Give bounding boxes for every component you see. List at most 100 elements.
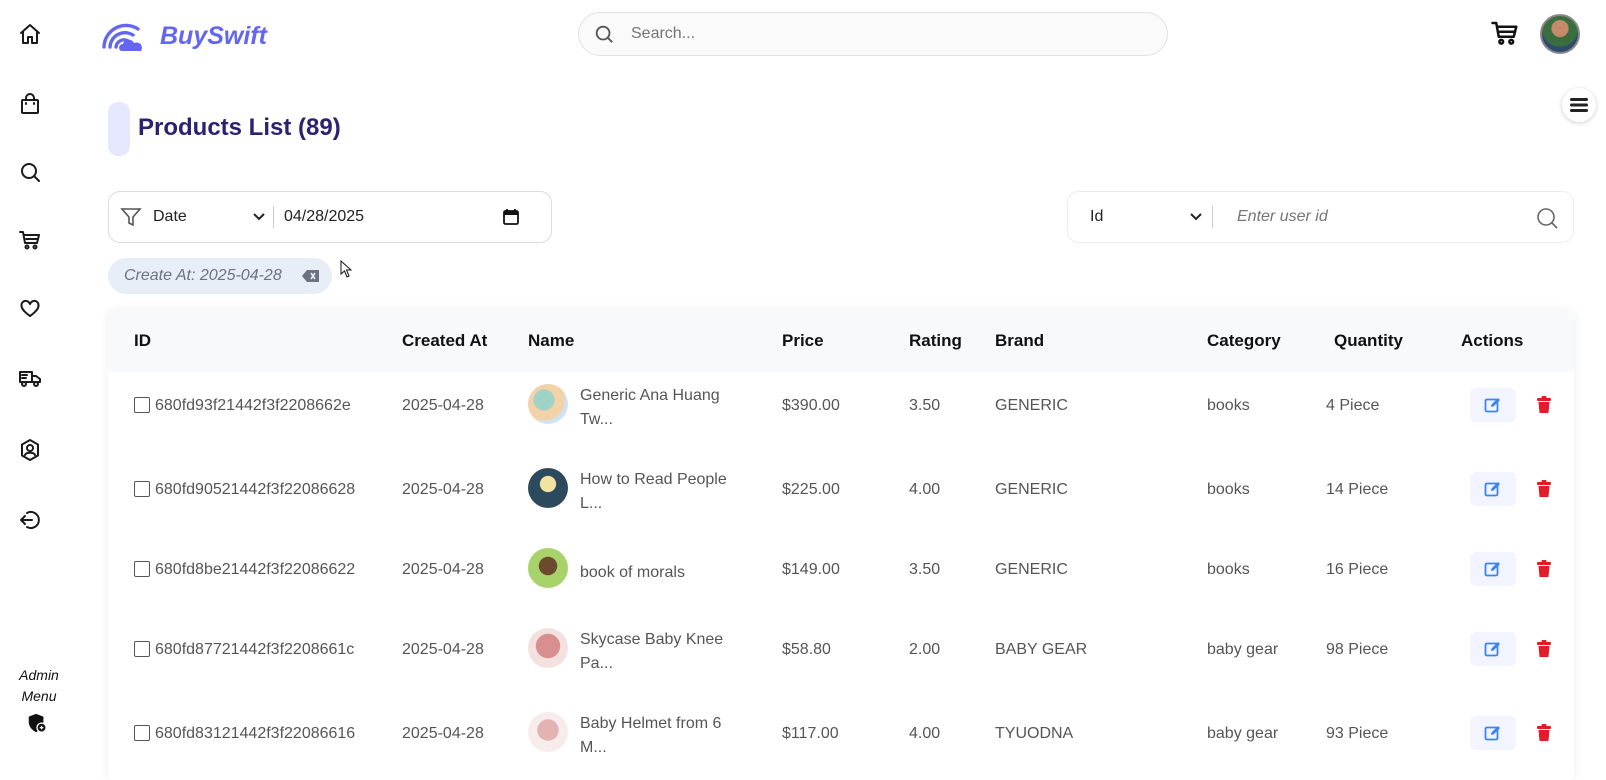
header-rating: Rating xyxy=(909,331,962,350)
edit-button[interactable] xyxy=(1470,388,1516,422)
header-price: Price xyxy=(782,331,824,350)
user-id-input[interactable] xyxy=(1235,207,1499,227)
brand-logo[interactable]: BuySwift xyxy=(100,18,267,54)
calendar-icon[interactable] xyxy=(502,208,520,226)
delete-button[interactable] xyxy=(1526,632,1562,666)
date-input[interactable]: 04/28/2025 xyxy=(284,208,502,226)
hamburger-menu-icon xyxy=(1570,98,1588,112)
name-line2: M... xyxy=(580,739,607,756)
product-thumbnail xyxy=(528,384,568,424)
menu-button[interactable] xyxy=(1562,88,1596,122)
filter-field-select[interactable]: Date xyxy=(153,208,273,226)
row-checkbox[interactable] xyxy=(134,641,150,657)
cell-created-at: 2025-04-28 xyxy=(402,481,484,498)
cell-quantity: 98 Piece xyxy=(1326,641,1389,658)
delivery-truck-icon[interactable] xyxy=(16,364,44,392)
chevron-down-icon xyxy=(253,213,265,221)
name-line2: Tw... xyxy=(580,411,613,428)
cell-brand: BABY GEAR xyxy=(995,641,1088,658)
cell-category: books xyxy=(1207,561,1250,578)
row-checkbox[interactable] xyxy=(134,397,150,413)
table-row: 680fd93f21442f3f2208662e 2025-04-28 Gene… xyxy=(108,364,1574,444)
admin-shield-icon[interactable] xyxy=(26,712,48,734)
cell-price: $225.00 xyxy=(782,481,840,498)
edit-icon xyxy=(1484,726,1500,741)
cell-rating: 3.50 xyxy=(909,561,941,578)
name-line1: Skycase Baby Knee xyxy=(580,631,724,648)
trash-icon xyxy=(1537,560,1551,577)
edit-icon xyxy=(1484,642,1500,657)
products-table: ID Created At Name Price Rating Brand Ca… xyxy=(108,310,1574,780)
cell-price: $117.00 xyxy=(782,725,839,742)
name-line1: How to Read People xyxy=(580,471,727,488)
edit-icon xyxy=(1484,482,1500,497)
header-name: Name xyxy=(528,331,575,350)
mouse-cursor-icon xyxy=(340,260,352,278)
search-icon[interactable] xyxy=(1535,206,1559,230)
row-checkbox[interactable] xyxy=(134,561,150,577)
home-icon[interactable] xyxy=(16,20,44,48)
sidebar: Admin Menu xyxy=(0,0,62,768)
header-id: ID xyxy=(134,331,151,350)
delete-button[interactable] xyxy=(1526,552,1562,586)
delete-button[interactable] xyxy=(1526,388,1562,422)
trash-icon xyxy=(1537,640,1551,657)
header-quantity: Quantity xyxy=(1334,331,1403,350)
user-profile-icon[interactable] xyxy=(16,436,44,464)
edit-icon xyxy=(1484,398,1500,413)
delete-button[interactable] xyxy=(1526,472,1562,506)
cell-category: baby gear xyxy=(1207,725,1279,742)
brand-name: BuySwift xyxy=(160,21,267,50)
edit-button[interactable] xyxy=(1470,632,1516,666)
cell-name[interactable]: Baby Helmet from 6 M... xyxy=(580,712,740,760)
cell-name[interactable]: Generic Ana Huang Tw... xyxy=(580,384,740,432)
row-checkbox[interactable] xyxy=(134,725,150,741)
divider xyxy=(1212,206,1213,228)
edit-button[interactable] xyxy=(1470,552,1516,586)
search-icon[interactable] xyxy=(16,158,44,186)
cell-rating: 4.00 xyxy=(909,481,941,498)
cart-button[interactable] xyxy=(1490,18,1522,50)
cell-name[interactable]: Skycase Baby Knee Pa... xyxy=(580,628,740,676)
name-line1: Baby Helmet from 6 xyxy=(580,715,722,732)
page-title: Products List (89) xyxy=(138,114,341,141)
admin-label-line2: Menu xyxy=(21,688,57,704)
cell-price: $149.00 xyxy=(782,561,840,578)
user-avatar[interactable] xyxy=(1540,14,1580,54)
logout-icon[interactable] xyxy=(16,506,44,534)
header-category: Category xyxy=(1207,331,1281,350)
cell-created-at: 2025-04-28 xyxy=(402,725,484,742)
product-thumbnail xyxy=(528,468,568,508)
cart-icon[interactable] xyxy=(16,226,44,254)
search-input[interactable] xyxy=(629,24,1153,44)
admin-label-line1: Admin xyxy=(19,667,59,683)
cell-brand: GENERIC xyxy=(995,397,1068,414)
trash-icon xyxy=(1537,480,1551,497)
delete-button[interactable] xyxy=(1526,716,1562,750)
trash-icon xyxy=(1537,396,1551,413)
edit-button[interactable] xyxy=(1470,472,1516,506)
cell-created-at: 2025-04-28 xyxy=(402,561,484,578)
cell-category: books xyxy=(1207,397,1250,414)
admin-menu-label[interactable]: Admin Menu xyxy=(4,665,74,707)
cell-id: 680fd90521442f3f22086628 xyxy=(155,481,356,498)
cell-brand: GENERIC xyxy=(995,561,1068,578)
table-row: 680fd83121442f3f22086616 2025-04-28 Baby… xyxy=(108,692,1574,772)
clear-filter-icon[interactable] xyxy=(302,269,320,283)
divider xyxy=(273,206,274,228)
cell-id: 680fd93f21442f3f2208662e xyxy=(155,397,351,414)
cell-price: $390.00 xyxy=(782,397,840,414)
cell-brand: TYUODNA xyxy=(995,725,1074,742)
cell-name[interactable]: book of morals xyxy=(580,561,740,585)
id-field-select[interactable]: Id xyxy=(1090,208,1212,226)
shopping-bag-icon[interactable] xyxy=(16,90,44,118)
cloud-wifi-logo-icon xyxy=(102,23,142,51)
heart-icon[interactable] xyxy=(16,294,44,322)
product-thumbnail xyxy=(528,712,568,752)
cell-name[interactable]: How to Read People L... xyxy=(580,468,740,516)
edit-button[interactable] xyxy=(1470,716,1516,750)
cell-category: baby gear xyxy=(1207,641,1279,658)
row-checkbox[interactable] xyxy=(134,481,150,497)
search-bar[interactable] xyxy=(578,12,1168,56)
table-header: ID Created At Name Price Rating Brand Ca… xyxy=(108,310,1574,372)
